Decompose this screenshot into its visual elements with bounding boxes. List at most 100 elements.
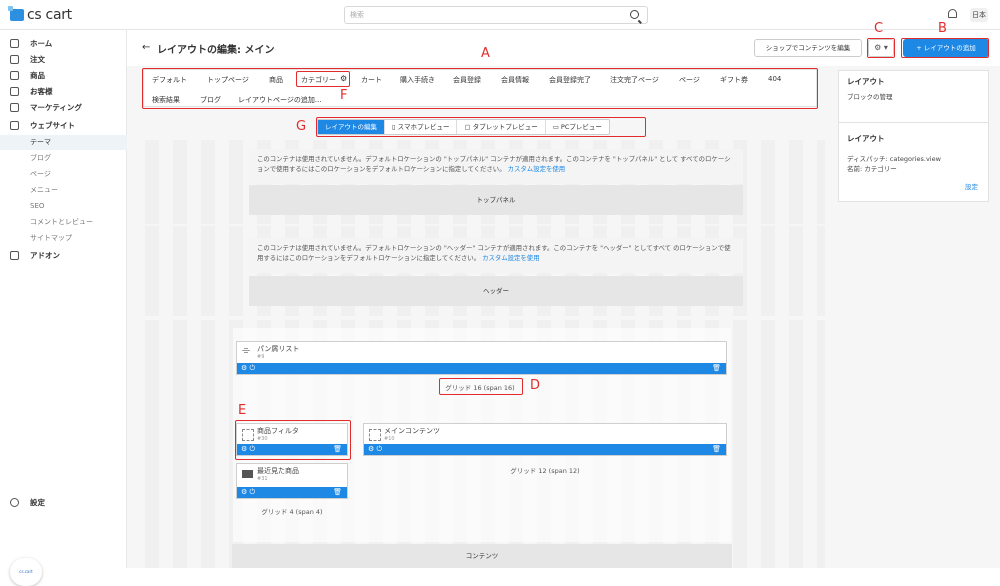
annotation-label-d: D xyxy=(530,378,541,393)
block-settings-icon[interactable]: ⚙ ⏻ xyxy=(241,444,255,455)
grid12-label[interactable]: グリッド 12 (span 12) xyxy=(363,465,727,475)
layout-panel-title[interactable]: レイアウト xyxy=(847,76,885,87)
tab-checkout[interactable]: 購入手続き xyxy=(400,75,435,85)
block-toolbar: ⚙ ⏻ 🗑 xyxy=(237,444,347,455)
block-name: 最近見た商品 xyxy=(257,467,299,475)
sidebar-item-label: 商品 xyxy=(30,71,45,80)
tab-default[interactable]: デフォルト xyxy=(152,75,187,85)
top-bar: cs cart 検索 日本 xyxy=(0,0,1000,30)
sidebar-sub-comments[interactable]: コメントとレビュー xyxy=(0,215,127,230)
tab-categories-gear-icon[interactable]: ⚙ xyxy=(340,74,347,83)
sidebar-item-customers[interactable]: お客様 xyxy=(0,84,127,99)
breadcrumb-block[interactable]: ⌯ パン屑リスト #9 ⚙ ⏻ 🗑 xyxy=(236,341,727,375)
annotation-label-b: B xyxy=(938,21,947,36)
delete-icon[interactable]: 🗑 xyxy=(333,487,342,498)
custom-settings-link[interactable]: カスタム設定を使用 xyxy=(482,254,540,262)
header-notice: このコンテナは使用されていません。デフォルトロケーションの "ヘッダー" コンテ… xyxy=(249,238,743,273)
sidebar-sub-sitemap[interactable]: サイトマップ xyxy=(0,231,127,246)
sidebar-item-products[interactable]: 商品 xyxy=(0,68,127,83)
sidebar-item-label: 設定 xyxy=(30,498,45,507)
tab-order-complete[interactable]: 注文完了ページ xyxy=(610,75,659,85)
tab-categories[interactable]: カテゴリー xyxy=(301,75,336,85)
delete-icon[interactable]: 🗑 xyxy=(712,363,721,374)
annotation-label-f: F xyxy=(340,88,348,103)
gear-icon xyxy=(10,498,19,507)
tab-register-complete[interactable]: 会員登録完了 xyxy=(549,75,591,85)
tab-pc-preview[interactable]: ▭ PCプレビュー xyxy=(546,120,609,134)
logo[interactable]: cs cart xyxy=(8,6,72,23)
custom-settings-link[interactable]: カスタム設定を使用 xyxy=(508,165,566,173)
sidebar-item-orders[interactable]: 注文 xyxy=(0,52,127,67)
layout-name-text: 名前: カテゴリー xyxy=(847,165,897,173)
block-settings-icon[interactable]: ⚙ ⏻ xyxy=(241,487,255,498)
annotation-label-c: C xyxy=(874,21,884,36)
block-settings-icon[interactable]: ⚙ ⏻ xyxy=(241,363,255,374)
sidebar-item-label: ウェブサイト xyxy=(30,121,75,130)
tag-icon xyxy=(10,71,19,80)
tab-label: タブレットプレビュー xyxy=(472,123,538,131)
tab-add-layout-page[interactable]: レイアウトページの追加... xyxy=(238,95,322,105)
product-filter-block[interactable]: 商品フィルタ #30 ⚙ ⏻ 🗑 xyxy=(236,423,348,456)
tab-tablet-preview[interactable]: ▢ タブレットプレビュー xyxy=(457,120,546,134)
sidebar-sub-label: SEO xyxy=(30,202,45,210)
sidebar-item-marketing[interactable]: マーケティング xyxy=(0,100,127,115)
block-id: #9 xyxy=(257,354,265,360)
layout-settings-link[interactable]: 設定 xyxy=(965,181,978,191)
delete-icon[interactable]: 🗑 xyxy=(333,444,342,455)
block-id: #31 xyxy=(257,476,268,482)
top-panel-zone: トップパネル xyxy=(249,185,743,215)
sidebar-sub-pages[interactable]: ページ xyxy=(0,167,127,182)
tab-404[interactable]: 404 xyxy=(768,75,781,83)
delete-icon[interactable]: 🗑 xyxy=(712,444,721,455)
orders-icon xyxy=(10,55,19,64)
sidebar-item-addons[interactable]: アドオン xyxy=(0,248,127,263)
logo-text: cs cart xyxy=(27,7,72,23)
sidebar-sub-seo[interactable]: SEO xyxy=(0,199,127,214)
tab-register[interactable]: 会員登録 xyxy=(453,75,481,85)
box-icon xyxy=(242,470,253,478)
monitor-icon xyxy=(10,121,19,130)
tab-profile[interactable]: 会員情報 xyxy=(501,75,529,85)
sidebar-sub-themes[interactable]: テーマ xyxy=(0,135,127,150)
sidebar-item-home[interactable]: ホーム xyxy=(0,36,127,51)
content-zone: コンテンツ xyxy=(232,544,732,568)
search-input[interactable]: 検索 xyxy=(344,6,648,24)
tab-top-page[interactable]: トップページ xyxy=(207,75,249,85)
grid4-label[interactable]: グリッド 4 (span 4) xyxy=(236,506,348,516)
tab-cart[interactable]: カート xyxy=(361,75,382,85)
grid16-label[interactable]: グリッド 16 (span 16) xyxy=(440,382,520,392)
sidebar-item-website[interactable]: ウェブサイト xyxy=(0,118,127,133)
tab-search-results[interactable]: 検索結果 xyxy=(152,95,180,105)
tab-products[interactable]: 商品 xyxy=(269,75,283,85)
tab-gift-cert[interactable]: ギフト券 xyxy=(720,75,748,85)
tab-edit-layout[interactable]: レイアウトの編集 xyxy=(318,120,385,134)
sidebar-sub-blog[interactable]: ブログ xyxy=(0,151,127,166)
tab-blog[interactable]: ブログ xyxy=(200,95,221,105)
page-title: レイアウトの編集: メイン xyxy=(157,45,275,56)
edit-in-shop-button[interactable]: ショップでコンテンツを編集 xyxy=(754,39,862,57)
sidebar-item-label: アドオン xyxy=(30,251,60,260)
sidebar-sub-menus[interactable]: メニュー xyxy=(0,183,127,198)
settings-dropdown-button[interactable]: ⚙ ▾ xyxy=(868,39,894,57)
page-header: ← レイアウトの編集: メイン ショップでコンテンツを編集 ⚙ ▾ + レイアウ… xyxy=(127,30,1000,66)
puzzle-icon xyxy=(10,251,19,260)
tab-pages[interactable]: ページ xyxy=(679,75,700,85)
language-switch[interactable]: 日本 xyxy=(970,8,988,22)
add-layout-button[interactable]: + レイアウトの追加 xyxy=(903,39,989,57)
layout-info-title: レイアウト xyxy=(847,134,885,143)
avatar[interactable]: cs.cart xyxy=(10,558,42,586)
main-content-block[interactable]: メインコンテンツ #10 ⚙ ⏻ 🗑 xyxy=(363,423,727,456)
block-name: メインコンテンツ xyxy=(384,427,440,435)
block-toolbar: ⚙ ⏻ 🗑 xyxy=(237,363,726,374)
block-manage-link[interactable]: ブロックの管理 xyxy=(847,91,893,101)
bell-icon[interactable] xyxy=(948,9,957,18)
layout-info-panel: レイアウト ディスパッチ: categories.view 名前: カテゴリー … xyxy=(838,122,989,202)
sidebar-item-settings[interactable]: 設定 xyxy=(0,495,127,510)
sidebar-item-label: ホーム xyxy=(30,39,53,48)
recently-viewed-block[interactable]: 最近見た商品 #31 ⚙ ⏻ 🗑 xyxy=(236,463,348,499)
block-settings-icon[interactable]: ⚙ ⏻ xyxy=(368,444,382,455)
back-arrow-icon[interactable]: ← xyxy=(142,42,150,53)
search-icon[interactable] xyxy=(630,10,639,19)
tab-mobile-preview[interactable]: ▯ スマホプレビュー xyxy=(385,120,458,134)
sidebar-sub-label: コメントとレビュー xyxy=(30,218,93,226)
